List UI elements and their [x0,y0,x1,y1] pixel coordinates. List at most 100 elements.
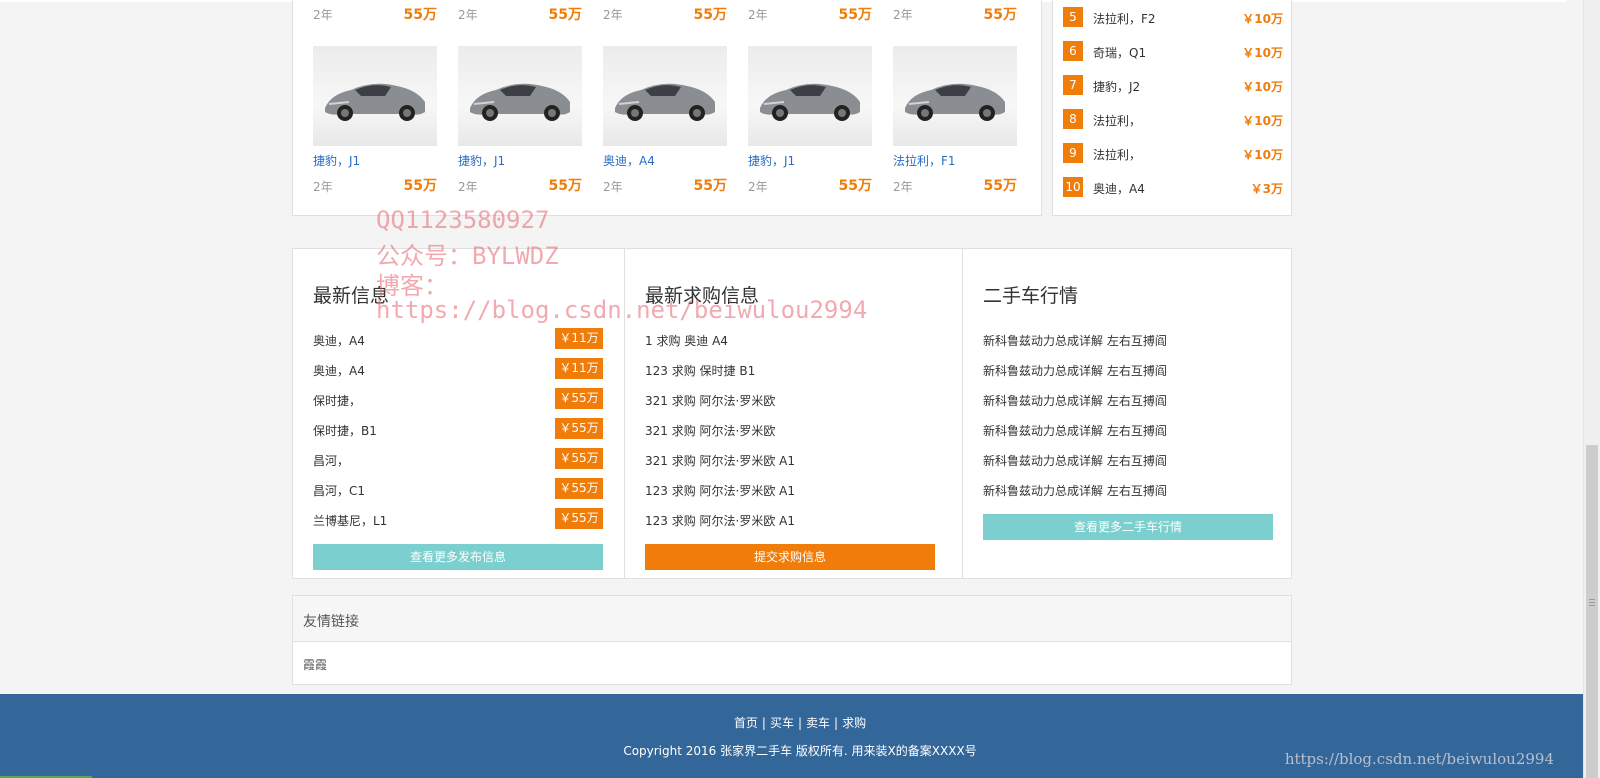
car-card[interactable]: 奥迪，A4 2年 55万 [603,46,727,196]
submit-purchase-button[interactable]: 提交求购信息 [645,544,935,570]
market-info-text[interactable]: 新科鲁兹动力总成详解 左右互搏阎 [983,332,1167,349]
latest-info-row[interactable]: 保时捷，B1 ￥55万 [313,418,603,440]
ranking-item[interactable]: 9 法拉利， ￥10万 [1063,143,1283,163]
car-top-item[interactable]: 2年 55万 [603,2,727,24]
more-market-button[interactable]: 查看更多二手车行情 [983,514,1273,540]
latest-info-row[interactable]: 奥迪，A4 ￥11万 [313,328,603,350]
ranking-item[interactable]: 8 法拉利， ￥10万 [1063,109,1283,129]
market-info-row[interactable]: 新科鲁兹动力总成详解 左右互搏阎 [983,478,1273,500]
footer-link-home[interactable]: 首页 [734,716,758,730]
car-image[interactable] [603,46,727,146]
market-info-text[interactable]: 新科鲁兹动力总成详解 左右互搏阎 [983,392,1167,409]
purchase-info-text[interactable]: 321 求购 阿尔法·罗米欧 [645,422,775,439]
rank-car-name[interactable]: 捷豹，J2 [1093,78,1140,95]
car-name-link[interactable]: 捷豹，J1 [458,152,505,169]
latest-info-text[interactable]: 奥迪，A4 [313,362,365,379]
car-price: 55万 [838,7,872,23]
car-image[interactable] [748,46,872,146]
latest-info-text[interactable]: 昌河， [313,452,349,469]
car-top-item[interactable]: 2年 55万 [893,2,1017,24]
car-name-link[interactable]: 捷豹，J1 [313,152,360,169]
footer-link-buy[interactable]: 买车 [770,716,794,730]
rank-number: 8 [1063,109,1083,129]
rank-price: ￥10万 [1242,114,1283,128]
car-price: 55万 [548,178,582,194]
car-image[interactable] [458,46,582,146]
purchase-info-text[interactable]: 321 求购 阿尔法·罗米欧 [645,392,775,409]
latest-info-text[interactable]: 奥迪，A4 [313,332,365,349]
market-info-text[interactable]: 新科鲁兹动力总成详解 左右互搏阎 [983,362,1167,379]
friend-links-title: 友情链接 [303,614,359,630]
car-top-item[interactable]: 2年 55万 [458,2,582,24]
purchase-info-text[interactable]: 1 求购 奥迪 A4 [645,332,728,349]
market-info-column: 二手车行情 新科鲁兹动力总成详解 左右互搏阎 新科鲁兹动力总成详解 左右互搏阎 … [963,249,1291,578]
market-info-row[interactable]: 新科鲁兹动力总成详解 左右互搏阎 [983,418,1273,440]
purchase-info-text[interactable]: 123 求购 保时捷 B1 [645,362,755,379]
car-card[interactable]: 捷豹，J1 2年 55万 [313,46,437,196]
page-scrollbar[interactable] [1583,0,1600,778]
purchase-info-row[interactable]: 123 求购 阿尔法·罗米欧 A1 [645,478,935,500]
rank-car-name[interactable]: 法拉利，F2 [1093,10,1156,27]
car-name-link[interactable]: 捷豹，J1 [748,152,795,169]
more-listings-button[interactable]: 查看更多发布信息 [313,544,603,570]
car-image[interactable] [893,46,1017,146]
latest-info-row[interactable]: 奥迪，A4 ￥11万 [313,358,603,380]
ranking-item[interactable]: 7 捷豹，J2 ￥10万 [1063,75,1283,95]
price-tag: ￥55万 [555,418,603,439]
rank-car-name[interactable]: 法拉利， [1093,146,1141,163]
car-price: 55万 [403,178,437,194]
latest-info-row[interactable]: 昌河， ￥55万 [313,448,603,470]
latest-info-text[interactable]: 保时捷，B1 [313,422,377,439]
purchase-info-row[interactable]: 123 求购 保时捷 B1 [645,358,935,380]
scrollbar-thumb[interactable] [1586,445,1598,778]
market-info-text[interactable]: 新科鲁兹动力总成详解 左右互搏阎 [983,452,1167,469]
purchase-info-text[interactable]: 123 求购 阿尔法·罗米欧 A1 [645,512,795,529]
friend-link[interactable]: 霞霞 [303,656,327,673]
car-top-item[interactable]: 2年 55万 [748,2,872,24]
rank-car-name[interactable]: 奇瑞，Q1 [1093,44,1146,61]
purchase-info-row[interactable]: 123 求购 阿尔法·罗米欧 A1 [645,508,935,530]
market-info-text[interactable]: 新科鲁兹动力总成详解 左右互搏阎 [983,422,1167,439]
car-image[interactable] [313,46,437,146]
car-age: 2年 [313,8,333,22]
friend-links-panel: 友情链接 霞霞 [292,595,1292,685]
ranking-item[interactable]: 6 奇瑞，Q1 ￥10万 [1063,41,1283,61]
latest-info-text[interactable]: 兰博基尼，L1 [313,512,387,529]
market-info-row[interactable]: 新科鲁兹动力总成详解 左右互搏阎 [983,328,1273,350]
market-info-row[interactable]: 新科鲁兹动力总成详解 左右互搏阎 [983,448,1273,470]
footer-copyright: Copyright 2016 张家界二手车 版权所有. 用来装X的备案XXXX号 [623,744,977,758]
purchase-info-row[interactable]: 1 求购 奥迪 A4 [645,328,935,350]
car-card[interactable]: 捷豹，J1 2年 55万 [748,46,872,196]
car-age: 2年 [458,8,478,22]
purchase-info-row[interactable]: 321 求购 阿尔法·罗米欧 A1 [645,448,935,470]
latest-info-row[interactable]: 保时捷， ￥55万 [313,388,603,410]
car-age: 2年 [313,180,333,194]
footer-link-sell[interactable]: 卖车 [806,716,830,730]
rank-car-name[interactable]: 法拉利， [1093,112,1141,129]
market-info-row[interactable]: 新科鲁兹动力总成详解 左右互搏阎 [983,388,1273,410]
ranking-item[interactable]: 10 奥迪，A4 ￥3万 [1063,177,1283,197]
footer-nav: 首页 | 买车 | 卖车 | 求购 [0,714,1600,731]
car-price: 55万 [838,178,872,194]
purchase-info-row[interactable]: 321 求购 阿尔法·罗米欧 [645,388,935,410]
purchase-info-text[interactable]: 321 求购 阿尔法·罗米欧 A1 [645,452,795,469]
car-card[interactable]: 法拉利，F1 2年 55万 [893,46,1017,196]
car-name-link[interactable]: 法拉利，F1 [893,152,956,169]
latest-info-text[interactable]: 保时捷， [313,392,361,409]
latest-info-row[interactable]: 兰博基尼，L1 ￥55万 [313,508,603,530]
purchase-info-text[interactable]: 123 求购 阿尔法·罗米欧 A1 [645,482,795,499]
rank-car-name[interactable]: 奥迪，A4 [1093,180,1145,197]
latest-info-row[interactable]: 昌河，C1 ￥55万 [313,478,603,500]
market-info-title: 二手车行情 [983,285,1079,307]
market-info-row[interactable]: 新科鲁兹动力总成详解 左右互搏阎 [983,358,1273,380]
purchase-info-row[interactable]: 321 求购 阿尔法·罗米欧 [645,418,935,440]
ranking-item[interactable]: 5 法拉利，F2 ￥10万 [1063,7,1283,27]
latest-info-text[interactable]: 昌河，C1 [313,482,365,499]
rank-price: ￥10万 [1242,46,1283,60]
car-top-item[interactable]: 2年 55万 [313,2,437,24]
market-info-text[interactable]: 新科鲁兹动力总成详解 左右互搏阎 [983,482,1167,499]
footer-link-purchase[interactable]: 求购 [842,716,866,730]
car-name-link[interactable]: 奥迪，A4 [603,152,655,169]
price-tag: ￥55万 [555,388,603,409]
car-card[interactable]: 捷豹，J1 2年 55万 [458,46,582,196]
